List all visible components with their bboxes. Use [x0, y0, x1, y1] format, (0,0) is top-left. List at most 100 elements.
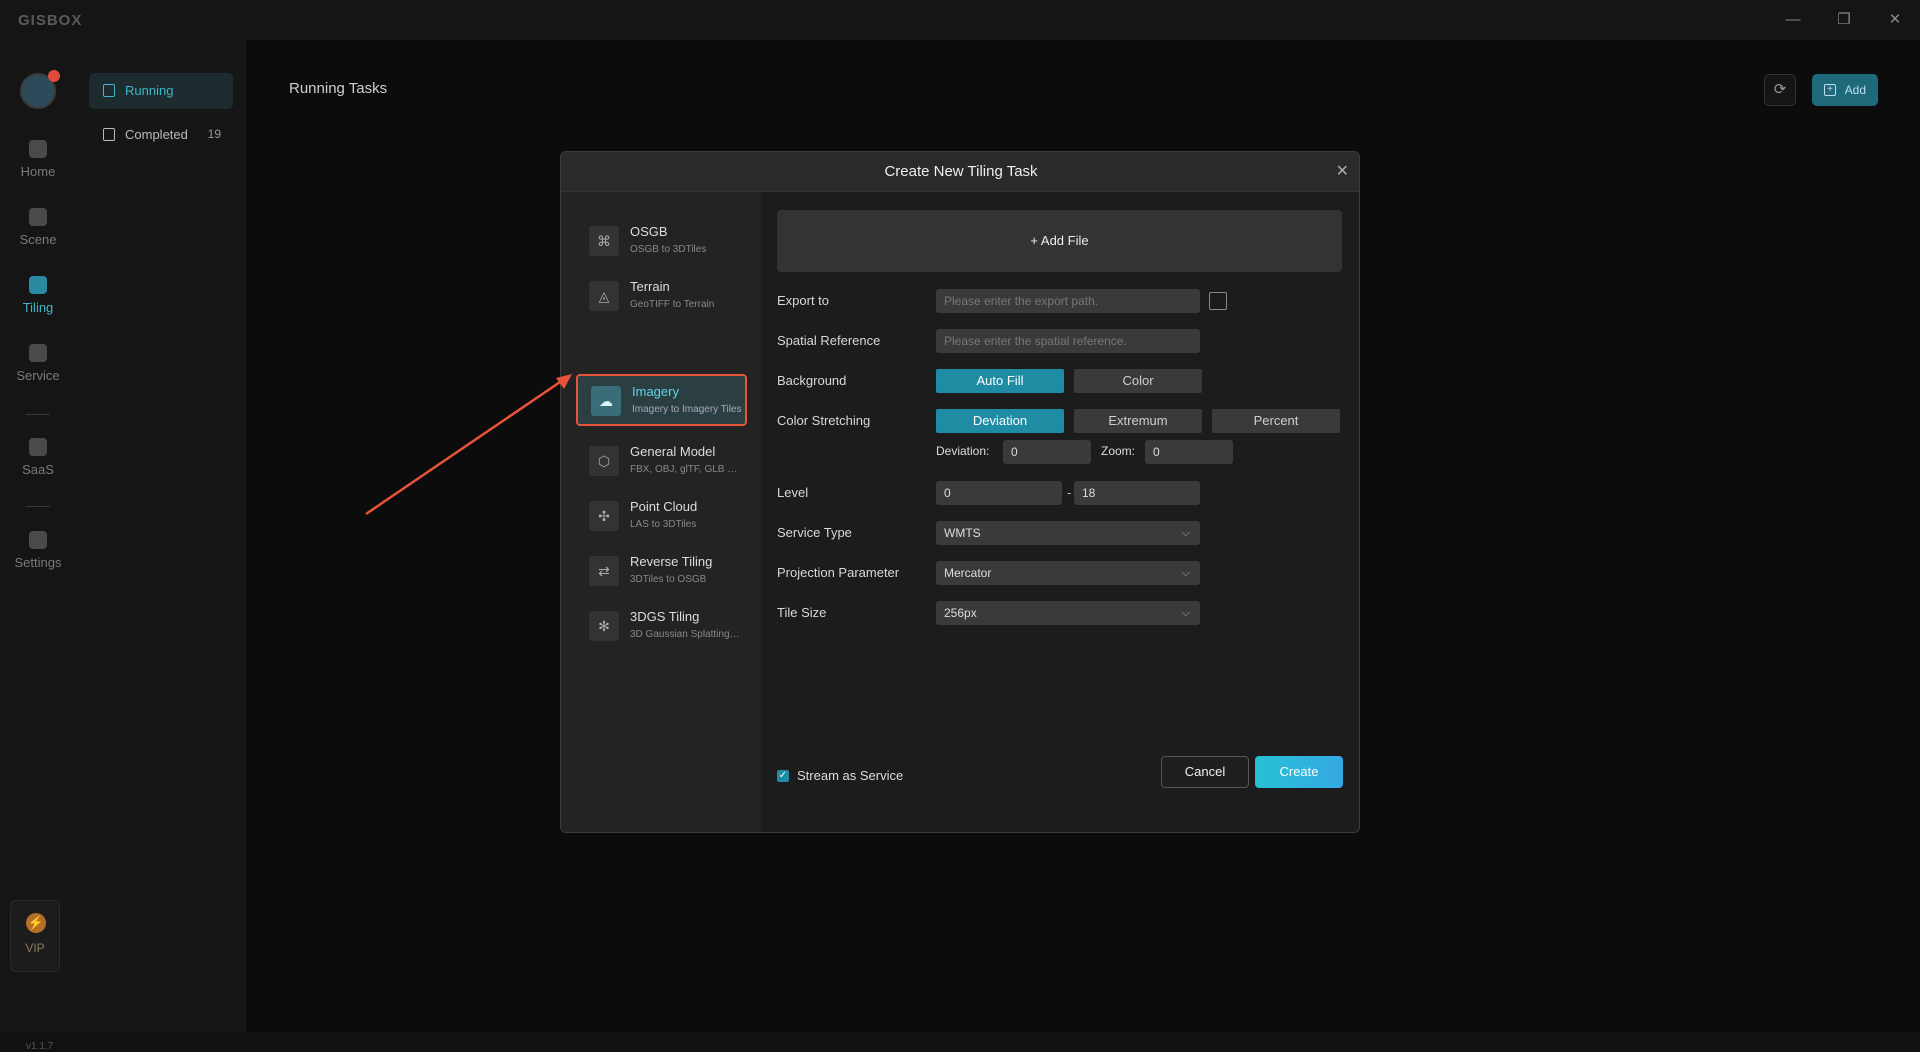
export-label: Export to: [777, 293, 830, 308]
task-tab-running[interactable]: Running: [89, 73, 233, 109]
export-path-input[interactable]: Please enter the export path.: [936, 289, 1200, 313]
type-name: Imagery: [632, 384, 679, 399]
deviation-label: Deviation:: [936, 444, 990, 458]
page-title: Running Tasks: [289, 80, 388, 97]
vip-button[interactable]: ⚡ VIP: [10, 900, 60, 972]
document-icon: [103, 84, 115, 97]
type-item-reverse-tiling[interactable]: ⇄ Reverse Tiling 3DTiles to OSGB: [576, 546, 744, 596]
level-label: Level: [777, 485, 809, 500]
service-icon: [29, 344, 47, 362]
minimize-icon[interactable]: —: [1778, 8, 1808, 32]
nav-divider: [26, 506, 50, 507]
create-button[interactable]: Create: [1255, 756, 1343, 788]
nav-saas[interactable]: SaaS: [0, 438, 76, 496]
settings-icon: [29, 531, 47, 549]
background-auto-fill[interactable]: Auto Fill: [936, 369, 1064, 393]
restore-icon[interactable]: ❐: [1829, 8, 1859, 32]
type-desc: FBX, OBJ, glTF, GLB to 3DTiles: [630, 464, 740, 475]
close-icon[interactable]: ✕: [1336, 152, 1349, 192]
task-form: + Add File Export to Please enter the ex…: [761, 192, 1359, 832]
zoom-input[interactable]: 0: [1145, 440, 1233, 464]
task-sidebar: Running Completed 19: [76, 40, 246, 1032]
type-item-osgb[interactable]: ⌘ OSGB OSGB to 3DTiles: [576, 216, 744, 266]
refresh-button[interactable]: ⟳: [1764, 74, 1796, 106]
tiling-type-list: ⌘ OSGB OSGB to 3DTiles ◬ Terrain GeoTIFF…: [561, 192, 761, 832]
type-desc: LAS to 3DTiles: [630, 519, 697, 530]
service-type-label: Service Type: [777, 525, 852, 540]
nav-settings-label: Settings: [14, 555, 62, 570]
stream-as-service-checkbox[interactable]: ✓: [777, 770, 789, 782]
reverse-icon: ⇄: [589, 556, 619, 586]
app-logo: GISBOX: [18, 12, 83, 29]
projection-label: Projection Parameter: [777, 565, 900, 580]
type-name: Reverse Tiling: [630, 554, 713, 569]
nav-divider: [26, 414, 50, 415]
type-item-3dgs-tiling[interactable]: ✻ 3DGS Tiling 3D Gaussian Splatting to 3…: [576, 601, 744, 651]
type-item-imagery[interactable]: ☁ Imagery Imagery to Imagery Tiles: [576, 374, 747, 426]
title-bar: GISBOX — ❐ ✕: [0, 0, 1920, 40]
vip-label: VIP: [25, 941, 45, 955]
nav-settings[interactable]: Settings: [0, 531, 76, 589]
type-name: OSGB: [630, 224, 668, 239]
tiling-icon: [29, 276, 47, 294]
add-file-button[interactable]: + Add File: [777, 210, 1342, 272]
level-max-input[interactable]: 18: [1074, 481, 1200, 505]
osgb-icon: ⌘: [589, 226, 619, 256]
chevron-down-icon: ⌵: [1181, 607, 1190, 619]
folder-icon[interactable]: [1209, 292, 1227, 310]
completed-count: 19: [207, 127, 221, 141]
create-tiling-dialog: Create New Tiling Task ✕ ⌘ OSGB OSGB to …: [560, 151, 1360, 833]
nav-scene[interactable]: Scene: [0, 208, 76, 266]
type-desc: OSGB to 3DTiles: [630, 244, 707, 255]
type-name: Terrain: [630, 279, 670, 294]
projection-value: Mercator: [944, 566, 992, 580]
nav-home-label: Home: [20, 164, 56, 179]
add-task-label: Add: [1844, 83, 1866, 97]
check-document-icon: [103, 128, 115, 141]
scene-icon: [29, 208, 47, 226]
gaussian-icon: ✻: [589, 611, 619, 641]
projection-select[interactable]: Mercator ⌵: [936, 561, 1200, 585]
level-separator: -: [1067, 485, 1072, 500]
service-type-select[interactable]: WMTS ⌵: [936, 521, 1200, 545]
saas-icon: [29, 438, 47, 456]
version-label: v1.1.7: [26, 1041, 54, 1052]
tile-size-label: Tile Size: [777, 605, 827, 620]
home-icon: [29, 140, 47, 158]
type-desc: 3DTiles to OSGB: [630, 574, 707, 585]
type-desc: GeoTIFF to Terrain: [630, 299, 715, 310]
stretch-extremum[interactable]: Extremum: [1074, 409, 1202, 433]
lightning-icon: ⚡: [26, 913, 46, 933]
dialog-title: Create New Tiling Task: [884, 163, 1038, 180]
task-tab-completed[interactable]: Completed 19: [89, 117, 233, 153]
nav-home[interactable]: Home: [0, 140, 76, 198]
type-item-general-model[interactable]: ⬡ General Model FBX, OBJ, glTF, GLB to 3…: [576, 436, 744, 486]
tile-size-value: 256px: [944, 606, 977, 620]
color-stretching-label: Color Stretching: [777, 413, 871, 428]
stretch-percent[interactable]: Percent: [1212, 409, 1340, 433]
nav-saas-label: SaaS: [22, 462, 54, 477]
chevron-down-icon: ⌵: [1181, 527, 1190, 539]
cancel-button[interactable]: Cancel: [1161, 756, 1249, 788]
tile-size-select[interactable]: 256px ⌵: [936, 601, 1200, 625]
chevron-down-icon: ⌵: [1181, 567, 1190, 579]
level-min-input[interactable]: 0: [936, 481, 1062, 505]
zoom-label: Zoom:: [1101, 444, 1136, 458]
nav-service[interactable]: Service: [0, 344, 76, 402]
background-color[interactable]: Color: [1074, 369, 1202, 393]
type-desc: Imagery to Imagery Tiles: [632, 404, 742, 415]
spatial-reference-input[interactable]: Please enter the spatial reference.: [936, 329, 1200, 353]
type-item-terrain[interactable]: ◬ Terrain GeoTIFF to Terrain: [576, 271, 744, 321]
close-icon[interactable]: ✕: [1880, 8, 1910, 32]
add-task-button[interactable]: + Add: [1812, 74, 1878, 106]
stretch-deviation[interactable]: Deviation: [936, 409, 1064, 433]
type-item-point-cloud[interactable]: ✣ Point Cloud LAS to 3DTiles: [576, 491, 744, 541]
type-name: Point Cloud: [630, 499, 698, 514]
nav-tiling[interactable]: Tiling: [0, 276, 76, 334]
deviation-input[interactable]: 0: [1003, 440, 1091, 464]
nav-tiling-label: Tiling: [22, 300, 54, 315]
type-name: General Model: [630, 444, 716, 459]
nav-scene-label: Scene: [19, 232, 57, 247]
type-name: 3DGS Tiling: [630, 609, 700, 624]
terrain-icon: ◬: [589, 281, 619, 311]
